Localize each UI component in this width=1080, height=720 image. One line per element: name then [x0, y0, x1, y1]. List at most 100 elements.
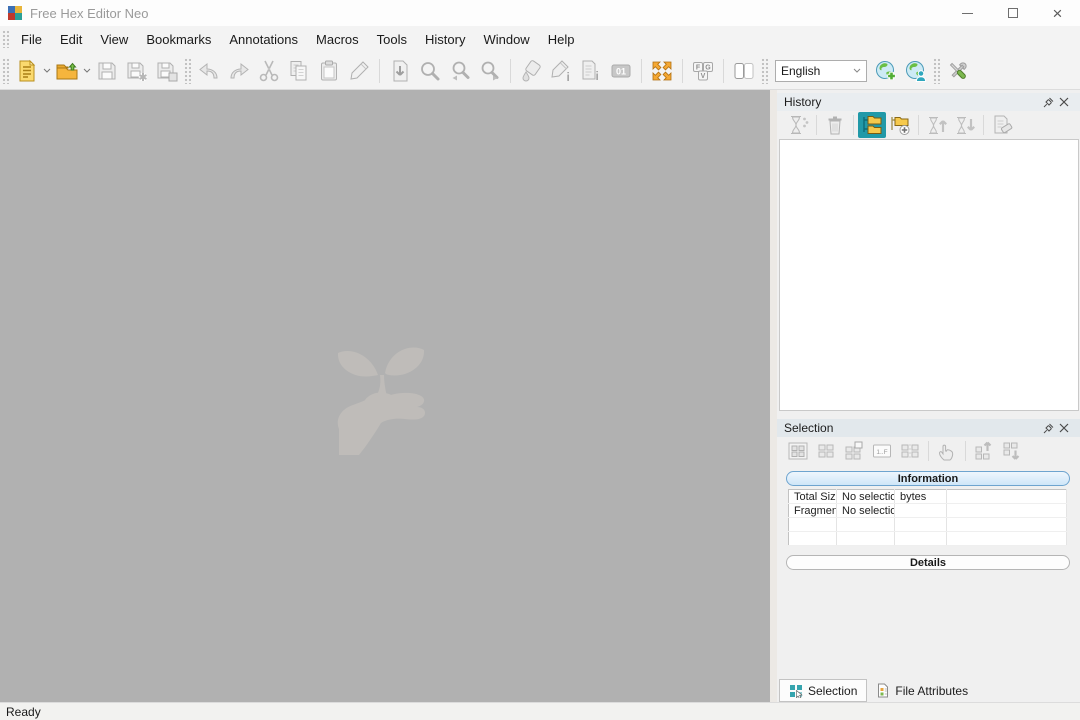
open-file-button[interactable]: [52, 56, 82, 86]
toolbar-separator: [723, 59, 724, 83]
history-up-button[interactable]: [923, 112, 951, 138]
select-range-button[interactable]: 1..F: [868, 438, 896, 464]
information-expander-button[interactable]: Information: [786, 471, 1070, 486]
table-row: [789, 518, 1067, 532]
cell-value: No selection: [837, 504, 895, 518]
menu-history[interactable]: History: [416, 28, 474, 51]
cell-extra: [947, 490, 1067, 504]
menu-bookmarks[interactable]: Bookmarks: [137, 28, 220, 51]
document-area[interactable]: [0, 90, 770, 702]
invert-selection-button[interactable]: [840, 438, 868, 464]
menu-annotations[interactable]: Annotations: [220, 28, 307, 51]
modify-button[interactable]: [344, 56, 374, 86]
fill-button[interactable]: [516, 56, 546, 86]
cell-unit: bytes: [895, 490, 947, 504]
tab-selection-label: Selection: [808, 684, 857, 698]
details-expander-button[interactable]: Details: [786, 555, 1070, 570]
cell-extra: [947, 532, 1067, 546]
binary-01-icon: 01: [609, 59, 633, 83]
side-panel: History: [777, 90, 1080, 702]
load-selection-button[interactable]: [998, 438, 1026, 464]
close-icon: ×: [1053, 5, 1063, 22]
watermark-hand-sprout-icon: [325, 333, 445, 458]
find-next-button[interactable]: [475, 56, 505, 86]
cut-button[interactable]: [254, 56, 284, 86]
copy-button[interactable]: [284, 56, 314, 86]
save-selection-button[interactable]: [970, 438, 998, 464]
language-settings-button[interactable]: [901, 56, 931, 86]
close-button[interactable]: ×: [1035, 0, 1080, 26]
panel-tabs: Selection File Attributes: [777, 679, 1080, 702]
pan-selection-button[interactable]: [933, 438, 961, 464]
modify-pencil-icon: [347, 59, 371, 83]
new-file-dropdown[interactable]: [42, 56, 52, 86]
pattern-button[interactable]: i: [576, 56, 606, 86]
menu-view[interactable]: View: [91, 28, 137, 51]
save-as-button[interactable]: [122, 56, 152, 86]
hand-icon: [935, 439, 959, 463]
settings-button[interactable]: [943, 56, 973, 86]
selection-pin-button[interactable]: [1040, 423, 1056, 434]
keyboard-shortcuts-button[interactable]: F G V: [688, 56, 718, 86]
save-all-button[interactable]: [152, 56, 182, 86]
show-history-tree-button[interactable]: [858, 112, 886, 138]
maximize-button[interactable]: [990, 0, 1035, 26]
new-history-folder-button[interactable]: [886, 112, 914, 138]
purge-history-button[interactable]: [988, 112, 1016, 138]
clear-selection-button[interactable]: [812, 438, 840, 464]
add-language-button[interactable]: [871, 56, 901, 86]
minimize-button[interactable]: [945, 0, 990, 26]
tab-file-attributes[interactable]: File Attributes: [867, 679, 977, 702]
split-selection-button[interactable]: [896, 438, 924, 464]
toolbar-grip[interactable]: [933, 58, 940, 84]
language-select[interactable]: English: [775, 60, 867, 82]
panel-filler: [777, 570, 1080, 679]
selection-panel-header: Selection: [777, 419, 1080, 437]
toolbar-grip[interactable]: [184, 58, 191, 84]
load-selection-icon: [1000, 439, 1024, 463]
tab-selection[interactable]: Selection: [779, 679, 867, 702]
goto-offset-button[interactable]: [385, 56, 415, 86]
history-down-button[interactable]: [951, 112, 979, 138]
clear-history-button[interactable]: [821, 112, 849, 138]
toolbar-grip[interactable]: [2, 58, 9, 84]
pin-icon: [1043, 423, 1054, 434]
redo-icon: [227, 59, 251, 83]
menu-macros[interactable]: Macros: [307, 28, 368, 51]
chevron-down-icon: [83, 68, 91, 74]
history-list[interactable]: [779, 139, 1079, 411]
history-pin-button[interactable]: [1040, 97, 1056, 108]
menu-file[interactable]: File: [12, 28, 51, 51]
maximize-icon: [1008, 8, 1018, 18]
select-all-button[interactable]: [784, 438, 812, 464]
undo-button[interactable]: [194, 56, 224, 86]
binary-view-button[interactable]: 01: [606, 56, 636, 86]
open-file-dropdown[interactable]: [82, 56, 92, 86]
menubar-grip[interactable]: [2, 30, 9, 48]
menu-edit[interactable]: Edit: [51, 28, 91, 51]
menu-window[interactable]: Window: [474, 28, 538, 51]
redo-button[interactable]: [224, 56, 254, 86]
apply-history-button[interactable]: [784, 112, 812, 138]
menu-tools[interactable]: Tools: [368, 28, 416, 51]
paste-button[interactable]: [314, 56, 344, 86]
find-previous-button[interactable]: [445, 56, 475, 86]
save-button[interactable]: [92, 56, 122, 86]
invert-selection-icon: [842, 439, 866, 463]
new-file-button[interactable]: [12, 56, 42, 86]
selection-close-button[interactable]: [1056, 423, 1072, 433]
fit-to-window-button[interactable]: [647, 56, 677, 86]
find-button[interactable]: [415, 56, 445, 86]
panel-toolbar-separator: [816, 115, 817, 135]
panel-splitter[interactable]: [770, 90, 777, 702]
menu-help[interactable]: Help: [539, 28, 584, 51]
table-row: Fragments No selection: [789, 504, 1067, 518]
history-close-button[interactable]: [1056, 97, 1072, 107]
split-view-button[interactable]: [729, 56, 759, 86]
find-next-icon: [478, 59, 502, 83]
svg-text:1..F: 1..F: [876, 449, 887, 456]
svg-text:F: F: [696, 64, 701, 71]
edit-pattern-button[interactable]: i: [546, 56, 576, 86]
find-icon: [418, 59, 442, 83]
toolbar-grip[interactable]: [761, 58, 768, 84]
